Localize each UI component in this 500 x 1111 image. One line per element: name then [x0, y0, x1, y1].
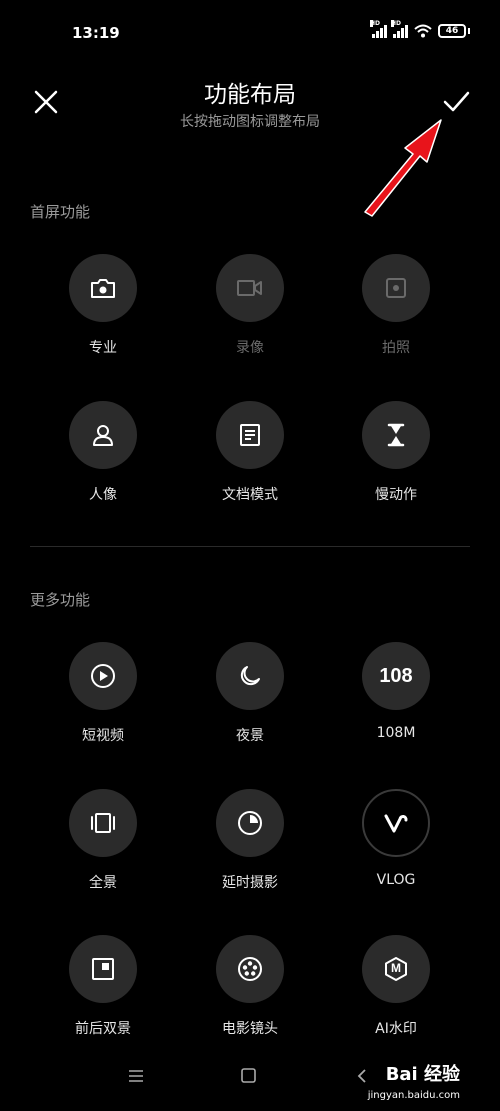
- status-time: 13:19: [72, 24, 120, 42]
- mode-item-short-video[interactable]: 短视频: [43, 642, 163, 745]
- photo-icon: [386, 278, 406, 298]
- mode-icon-button[interactable]: 108: [362, 642, 430, 710]
- mode-icon-button[interactable]: [362, 789, 430, 857]
- moon-icon: [240, 666, 260, 686]
- mode-label: 前后双景: [75, 1021, 131, 1037]
- signal-icon: HD: [391, 20, 408, 38]
- mode-item-video[interactable]: 录像: [190, 254, 310, 357]
- mode-icon-button[interactable]: [362, 401, 430, 469]
- mode-item-photo[interactable]: 拍照: [336, 254, 456, 357]
- mode-label: 文档模式: [222, 487, 278, 503]
- hd-label: HD: [391, 20, 402, 27]
- mode-label: 108M: [376, 725, 416, 741]
- mode-item-timelapse[interactable]: 延时摄影: [190, 789, 310, 892]
- mode-label: 电影镜头: [222, 1021, 278, 1037]
- mode-item-night[interactable]: 夜景: [190, 642, 310, 745]
- timer-icon: [238, 811, 262, 835]
- battery-level: 46: [445, 26, 459, 36]
- status-icons: HD HD 46: [370, 20, 470, 38]
- mode-icon-button[interactable]: [216, 642, 284, 710]
- mode-label: 短视频: [82, 728, 124, 744]
- watermark-logo: Bai 经验: [385, 1064, 460, 1085]
- mode-icon-button[interactable]: [216, 789, 284, 857]
- nav-back-button[interactable]: [354, 1068, 372, 1088]
- hd-label: HD: [370, 20, 381, 27]
- mode-item-slowmo[interactable]: 慢动作: [336, 401, 456, 504]
- dual-view-icon: [92, 958, 114, 980]
- nav-home-button[interactable]: [240, 1068, 258, 1088]
- camera-icon: [91, 279, 115, 298]
- mode-label: 全景: [89, 875, 117, 891]
- mode-item-portrait[interactable]: 人像: [43, 401, 163, 504]
- mode-icon-button[interactable]: [69, 935, 137, 1003]
- mode-icon-button[interactable]: [216, 254, 284, 322]
- ai-watermark-glyph: M: [391, 961, 401, 975]
- mode-label: 夜景: [236, 728, 264, 744]
- mode-item-movie[interactable]: 电影镜头: [190, 935, 310, 1038]
- mode-label: 录像: [236, 340, 264, 356]
- mode-label: 慢动作: [375, 487, 417, 503]
- mode-item-pro[interactable]: 专业: [43, 254, 163, 357]
- mode-label: 延时摄影: [222, 875, 278, 891]
- back-icon: [357, 1069, 366, 1083]
- mode-icon-button[interactable]: [69, 789, 137, 857]
- document-icon: [240, 424, 260, 446]
- video-icon: [237, 280, 262, 296]
- battery-icon: 46: [438, 24, 466, 38]
- signal-icon: HD: [370, 20, 387, 38]
- menu-icon: [129, 1070, 143, 1082]
- page-title: 功能布局: [204, 82, 296, 108]
- mode-label: 拍照: [382, 340, 410, 356]
- section-title-home: 首屏功能: [30, 203, 91, 221]
- hourglass-icon: [387, 423, 405, 447]
- vlog-icon: [384, 814, 408, 833]
- mode-item-document[interactable]: 文档模式: [190, 401, 310, 504]
- annotation-arrow-icon: [364, 119, 442, 217]
- watermark-url: jingyan.baidu.com: [367, 1090, 460, 1101]
- mode-icon-button[interactable]: [69, 642, 137, 710]
- section-title-more: 更多功能: [30, 591, 91, 609]
- play-icon: [91, 664, 115, 688]
- nav-menu-button[interactable]: [126, 1068, 146, 1088]
- film-reel-icon: [238, 957, 262, 981]
- mode-icon-button[interactable]: [69, 254, 137, 322]
- mode-item-vlog[interactable]: VLOG: [336, 789, 456, 888]
- mode-icon-button[interactable]: [216, 401, 284, 469]
- mode-icon-button[interactable]: M: [362, 935, 430, 1003]
- square-icon: [241, 1068, 256, 1083]
- mode-item-ai-watermark[interactable]: M AI水印: [336, 935, 456, 1038]
- mode-label: 人像: [89, 487, 117, 503]
- section-divider: [30, 546, 470, 547]
- mode-item-dual-view[interactable]: 前后双景: [43, 935, 163, 1038]
- mode-item-108m[interactable]: 108 108M: [336, 642, 456, 741]
- mode-icon-button[interactable]: [216, 935, 284, 1003]
- mode-item-panorama[interactable]: 全景: [43, 789, 163, 892]
- panorama-icon: [91, 813, 115, 833]
- person-icon: [93, 425, 113, 446]
- ai-watermark-icon: M: [383, 956, 409, 982]
- mode-label: VLOG: [376, 872, 416, 888]
- mode-label: AI水印: [375, 1021, 417, 1037]
- mode-icon-button[interactable]: [69, 401, 137, 469]
- mode-icon-button[interactable]: [362, 254, 430, 322]
- 108-icon: 108: [379, 664, 413, 687]
- wifi-icon: [414, 24, 432, 38]
- mode-label: 专业: [89, 340, 117, 356]
- battery-tip: [468, 28, 470, 34]
